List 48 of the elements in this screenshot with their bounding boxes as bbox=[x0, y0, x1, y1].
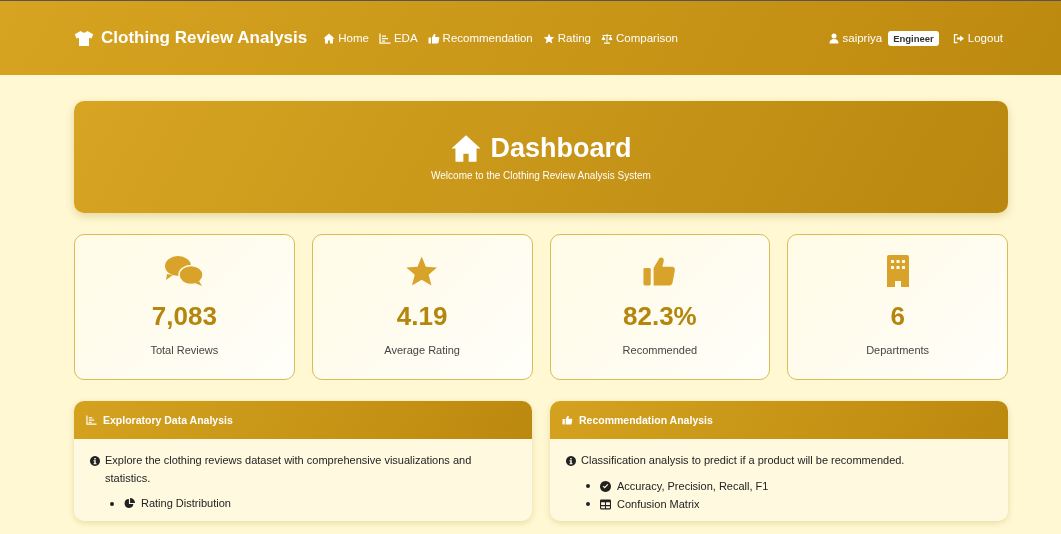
stat-value: 82.3% bbox=[623, 301, 697, 332]
feature-item: Accuracy, Precision, Recall, F1 bbox=[617, 478, 769, 494]
nav-link[interactable]: Recommendation bbox=[427, 30, 533, 46]
stat-value: 7,083 bbox=[151, 301, 217, 332]
user-icon bbox=[827, 32, 840, 44]
home-icon bbox=[323, 32, 336, 44]
pie-chart-icon bbox=[124, 498, 135, 510]
table-icon bbox=[600, 498, 611, 510]
logout-link[interactable]: Logout bbox=[952, 30, 1003, 46]
brand-link[interactable]: Clothing Review Analysis bbox=[74, 28, 308, 48]
shirt-icon bbox=[74, 29, 94, 47]
nav-link[interactable]: Comparison bbox=[601, 30, 678, 46]
chat-bubbles-icon bbox=[164, 255, 205, 287]
role-badge: Engineer bbox=[888, 30, 939, 46]
info-icon bbox=[90, 456, 100, 466]
star-icon bbox=[405, 255, 439, 287]
scale-icon bbox=[601, 32, 613, 44]
user-menu[interactable]: saipriya bbox=[827, 30, 883, 46]
page-title: Dashboard bbox=[490, 133, 632, 164]
nav-link[interactable]: Rating bbox=[542, 30, 591, 46]
chart-icon bbox=[378, 32, 391, 44]
welcome-text: Welcome to the Clothing Review Analysis System bbox=[431, 170, 651, 181]
logout-icon bbox=[952, 32, 965, 44]
star-icon bbox=[542, 32, 555, 44]
stat-label: Recommended bbox=[622, 344, 698, 356]
stat-label: Average Rating bbox=[384, 344, 460, 356]
building-icon bbox=[885, 255, 910, 287]
bullet-icon bbox=[586, 502, 590, 507]
home-icon bbox=[450, 134, 483, 163]
bullet-icon bbox=[110, 501, 114, 506]
info-icon bbox=[566, 456, 576, 466]
panel-description: Classification analysis to predict if a product will be recommended. bbox=[581, 453, 905, 468]
thumbs-up-icon bbox=[427, 32, 440, 44]
stat-label: Total Reviews bbox=[150, 344, 219, 356]
feature-item: Confusion Matrix bbox=[617, 496, 700, 512]
nav-link[interactable]: Home bbox=[323, 30, 369, 46]
panel-title: Recommendation Analysis bbox=[579, 414, 713, 426]
thumbs-up-icon bbox=[642, 255, 678, 287]
stat-label: Departments bbox=[866, 344, 930, 356]
thumbs-up-icon bbox=[562, 415, 573, 425]
panel-description: Explore the clothing reviews dataset with comprehensive visualizations and statistics. bbox=[105, 453, 473, 486]
stat-value: 6 bbox=[890, 301, 905, 332]
bullet-icon bbox=[586, 484, 590, 489]
feature-item: Rating Distribution bbox=[141, 496, 231, 512]
nav-link[interactable]: EDA bbox=[378, 30, 418, 46]
panel-title: Exploratory Data Analysis bbox=[103, 414, 233, 426]
stat-value: 4.19 bbox=[396, 301, 448, 332]
chart-icon bbox=[86, 415, 97, 425]
